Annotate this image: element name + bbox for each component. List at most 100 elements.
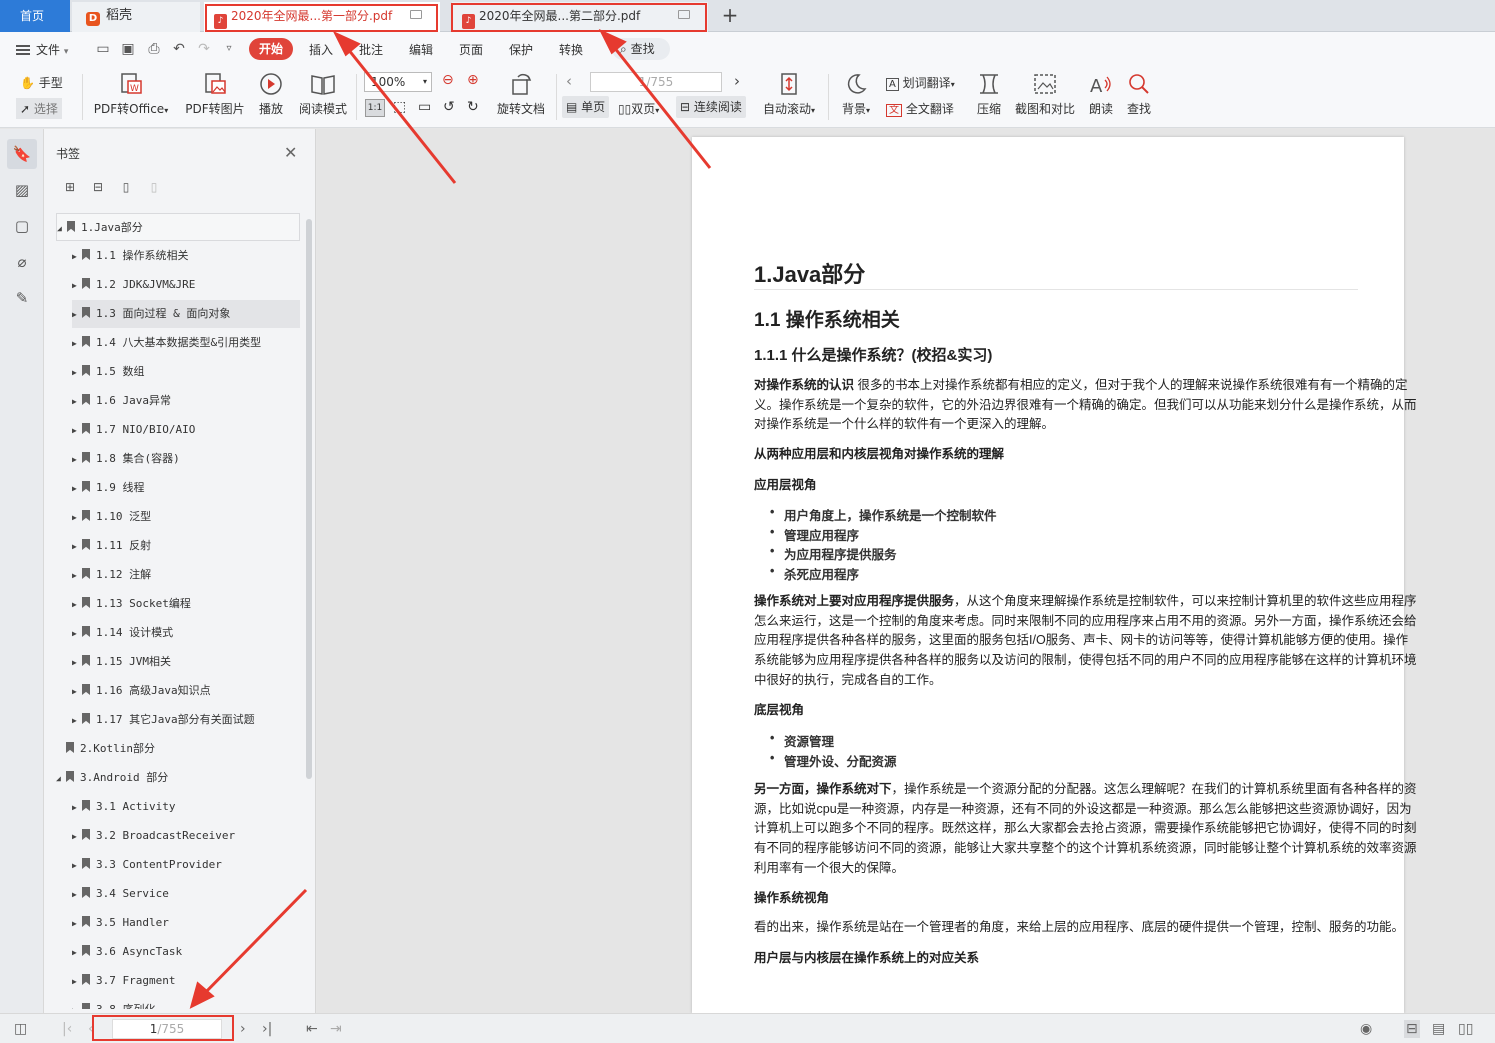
single-page-button[interactable]: ▤ 单页	[562, 96, 610, 118]
bookmark-item[interactable]: ▶ 1.5 数组	[72, 358, 300, 386]
menu-tab-page[interactable]: 页面	[459, 41, 483, 58]
page-number-field[interactable]: 1/755	[112, 1019, 222, 1039]
thumbnail-icon[interactable]: ▨	[7, 175, 37, 205]
single-view-icon[interactable]: ▤	[1432, 1020, 1445, 1038]
forward-icon[interactable]: ⇥	[330, 1020, 342, 1038]
play-button[interactable]: 播放	[256, 72, 286, 117]
auto-scroll-button[interactable]: 自动滚动▾	[760, 72, 818, 117]
page-number-input[interactable]: 1/755	[590, 72, 722, 92]
bookmark-item[interactable]: ▶ 1.13 Socket编程	[72, 590, 300, 618]
comment-icon[interactable]: ▢	[7, 211, 37, 241]
fit-width-icon[interactable]: ▭	[418, 99, 431, 115]
scrollbar[interactable]	[306, 219, 312, 779]
compress-button[interactable]: 压缩	[974, 72, 1004, 117]
caret-right-icon[interactable]: ▶	[72, 446, 82, 474]
menu-file[interactable]: 文件 ▾	[16, 41, 68, 58]
caret-right-icon[interactable]: ▶	[72, 504, 82, 532]
bookmark-item[interactable]: ▶ 1.11 反射	[72, 532, 300, 560]
delete-bookmark-icon[interactable]: ▯	[146, 179, 162, 195]
bookmark-item[interactable]: ◢ 3.Android 部分	[56, 764, 300, 792]
screen-icon[interactable]	[678, 10, 690, 19]
double-view-icon[interactable]: ▯▯	[1458, 1020, 1473, 1038]
caret-right-icon[interactable]: ▶	[72, 359, 82, 387]
prev-page-icon[interactable]: ‹	[566, 72, 572, 90]
bookmark-item[interactable]: ▶ 1.10 泛型	[72, 503, 300, 531]
bookmark-item[interactable]: ▶ 1.4 八大基本数据类型&引用类型	[72, 329, 300, 357]
bookmark-item[interactable]: ▶ 1.2 JDK&JVM&JRE	[72, 271, 300, 299]
screen-icon[interactable]	[410, 10, 422, 19]
background-button[interactable]: 背景▾	[838, 72, 874, 117]
caret-right-icon[interactable]: ▶	[72, 852, 82, 880]
first-page-icon[interactable]: |‹	[62, 1020, 72, 1038]
rotate-right-icon[interactable]: ↻	[467, 99, 479, 115]
caret-right-icon[interactable]: ▶	[72, 330, 82, 358]
eye-icon[interactable]: ◉	[1360, 1020, 1372, 1038]
last-page-icon[interactable]: ›|	[262, 1020, 272, 1038]
caret-right-icon[interactable]: ▶	[72, 823, 82, 851]
read-aloud-button[interactable]: A 朗读	[1086, 72, 1116, 117]
attachment-icon[interactable]: ⌀	[7, 247, 37, 277]
bookmark-item[interactable]: ▶ 3.7 Fragment	[72, 967, 300, 995]
caret-down-icon[interactable]: ◢	[56, 765, 66, 793]
bookmark-item[interactable]: ▶ 3.6 AsyncTask	[72, 938, 300, 966]
caret-right-icon[interactable]: ▶	[72, 591, 82, 619]
hand-tool-button[interactable]: ✋ 手型	[20, 74, 63, 91]
signature-icon[interactable]: ✎	[7, 283, 37, 313]
caret-right-icon[interactable]: ▶	[72, 417, 82, 445]
bookmark-item[interactable]: ▶ 3.2 BroadcastReceiver	[72, 822, 300, 850]
actual-size-icon[interactable]: 1:1	[365, 99, 385, 117]
next-page-icon[interactable]: ›	[240, 1020, 246, 1038]
zoom-in-icon[interactable]: ⊕	[467, 72, 479, 88]
caret-right-icon[interactable]: ▶	[72, 678, 82, 706]
more-icon[interactable]: ▿	[220, 40, 238, 58]
caret-right-icon[interactable]: ▶	[72, 388, 82, 416]
caret-right-icon[interactable]: ▶	[72, 968, 82, 996]
continuous-reading-button[interactable]: ⊟ 连续阅读	[676, 96, 746, 118]
caret-right-icon[interactable]: ▶	[72, 910, 82, 938]
menu-tab-convert[interactable]: 转换	[559, 41, 583, 58]
bookmark-item[interactable]: ▶ 3.3 ContentProvider	[72, 851, 300, 879]
bookmark-panel-icon[interactable]: 🔖	[7, 139, 37, 169]
tab-daoke[interactable]: D 稻壳	[72, 2, 200, 32]
select-tool-button[interactable]: ➚ 选择	[16, 98, 62, 119]
caret-right-icon[interactable]: ▶	[72, 272, 82, 300]
bookmark-item[interactable]: ▶ 1.8 集合(容器)	[72, 445, 300, 473]
caret-right-icon[interactable]: ▶	[72, 533, 82, 561]
prev-page-icon[interactable]: ‹	[88, 1020, 94, 1038]
rotate-left-icon[interactable]: ↺	[443, 99, 455, 115]
bookmark-item[interactable]: ▶ 1.17 其它Java部分有关面试题	[72, 706, 300, 734]
caret-right-icon[interactable]: ▶	[72, 620, 82, 648]
bookmark-item[interactable]: ▶ 3.8 序列化	[72, 996, 300, 1009]
bookmark-item[interactable]: ▶ 1.15 JVM相关	[72, 648, 300, 676]
caret-right-icon[interactable]: ▶	[72, 243, 82, 271]
redo-icon[interactable]: ↷	[195, 40, 213, 58]
menu-tab-annotate[interactable]: 批注	[359, 41, 383, 58]
next-page-icon[interactable]: ›	[734, 72, 740, 90]
menu-tab-start[interactable]: 开始	[249, 38, 293, 60]
caret-right-icon[interactable]: ▶	[72, 475, 82, 503]
open-folder-icon[interactable]: ▭	[94, 40, 112, 58]
caret-right-icon[interactable]: ▶	[72, 794, 82, 822]
bookmark-item[interactable]: ▶ 3.1 Activity	[72, 793, 300, 821]
bookmark-item[interactable]: ▶ 3.5 Handler	[72, 909, 300, 937]
full-translate-button[interactable]: 文 全文翻译	[886, 100, 954, 117]
bookmark-item[interactable]: ▶ 1.12 注解	[72, 561, 300, 589]
print-icon[interactable]: ⎙	[145, 40, 163, 58]
caret-right-icon[interactable]: ▶	[72, 997, 82, 1009]
pdf-to-office-button[interactable]: W PDF转Office▾	[92, 72, 170, 117]
continuous-view-icon[interactable]: ⊟	[1404, 1020, 1420, 1038]
add-bookmark-icon[interactable]: ⊞	[62, 179, 78, 195]
bookmark-item[interactable]: ▶ 1.6 Java异常	[72, 387, 300, 415]
tab-document-2[interactable]: ♪ 2020年全网最...第二部分.pdf	[452, 2, 708, 32]
zoom-out-icon[interactable]: ⊖	[442, 72, 454, 88]
bookmark-icon[interactable]: ▯	[118, 179, 134, 195]
sidebar-toggle-icon[interactable]: ◫	[14, 1020, 27, 1038]
screenshot-compare-button[interactable]: 截图和对比	[1014, 72, 1076, 117]
find-button[interactable]: 查找	[1124, 72, 1154, 117]
new-tab-button[interactable]: +	[720, 4, 740, 28]
pdf-to-image-button[interactable]: PDF转图片	[185, 72, 245, 117]
menu-tab-insert[interactable]: 插入	[309, 41, 333, 58]
bookmark-item[interactable]: ◢ 1.Java部分	[56, 213, 300, 241]
tab-document-1[interactable]: ♪ 2020年全网最...第一部分.pdf	[204, 2, 440, 32]
save-icon[interactable]: ▣	[119, 40, 137, 58]
